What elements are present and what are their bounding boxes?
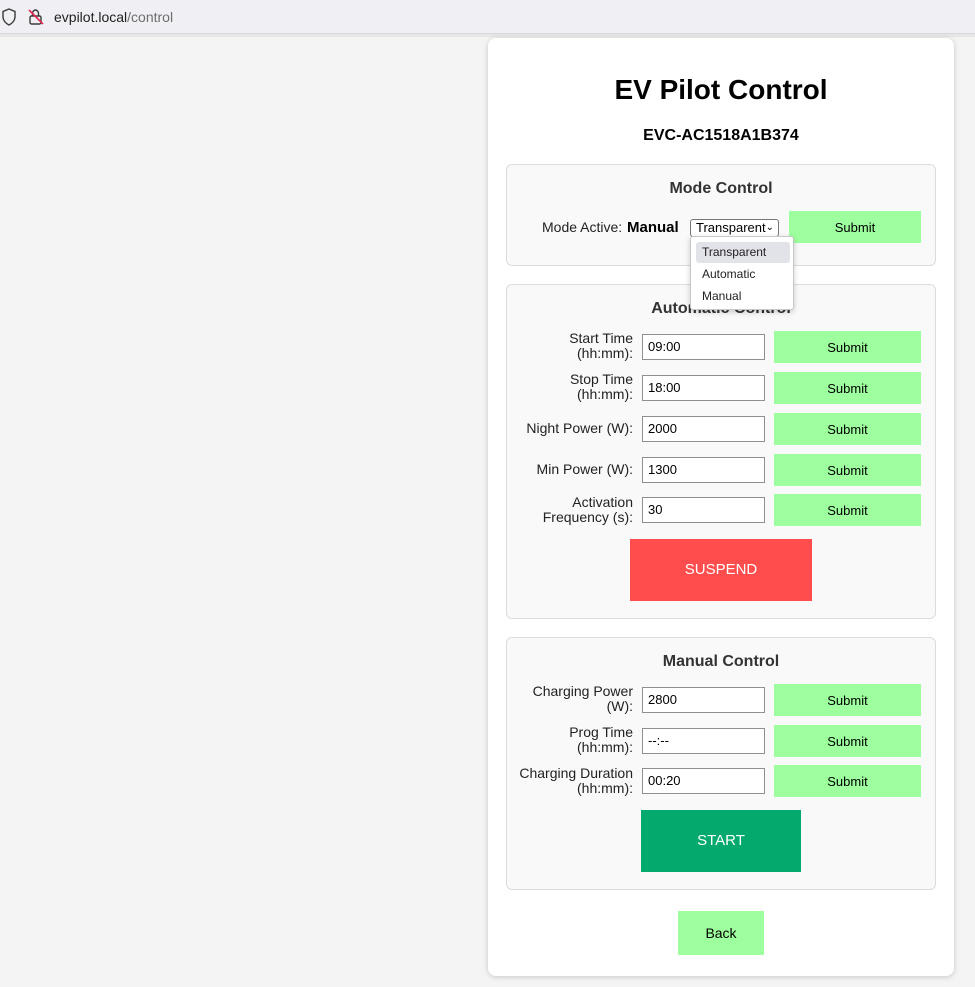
stop-time-label: Stop Time (hh:mm): [569,371,633,402]
charging-power-label: Charging Power (W): [532,683,633,714]
charging-power-submit-button[interactable]: Submit [774,684,921,716]
night-power-submit-button[interactable]: Submit [774,413,921,445]
charging-duration-input[interactable]: 00:20 [642,768,765,794]
url-text[interactable]: evpilot.local/control [54,9,173,25]
chevron-down-icon: ⌄ [765,222,774,233]
mode-control-title: Mode Control [669,180,773,197]
shield-icon[interactable] [1,8,17,26]
browser-address-bar: evpilot.local/control [0,0,975,34]
page-title: EV Pilot Control [614,74,828,105]
mode-active-value: Manual [627,219,679,236]
stop-time-submit-button[interactable]: Submit [774,372,921,404]
mode-active-label: Mode Active: [542,219,623,235]
start-time-submit-button[interactable]: Submit [774,331,921,363]
manual-control-title: Manual Control [662,653,780,670]
activation-frequency-label: Activation Frequency (s): [542,494,633,525]
url-host: evpilot.local [54,9,128,25]
start-time-input[interactable]: 09:00 [642,334,765,360]
device-id: EVC-AC1518A1B374 [643,127,799,144]
mode-option-manual[interactable]: Manual [696,286,790,307]
mode-dropdown-menu: Transparent Automatic Manual [690,236,794,310]
start-button[interactable]: START [641,810,801,872]
min-power-input[interactable]: 1300 [642,457,765,483]
start-time-label: Start Time (hh:mm): [569,330,633,361]
url-path: /control [127,9,174,25]
suspend-button[interactable]: SUSPEND [630,539,812,601]
min-power-submit-button[interactable]: Submit [774,454,921,486]
activation-frequency-submit-button[interactable]: Submit [774,494,921,526]
mode-option-transparent[interactable]: Transparent [696,242,790,263]
charging-duration-label: Charging Duration (hh:mm): [519,765,633,796]
mode-select-value: Transparent [696,220,766,235]
toolbar-divider [0,34,975,37]
stop-time-input[interactable]: 18:00 [642,375,765,401]
mode-submit-button[interactable]: Submit [789,211,921,243]
activation-frequency-input[interactable]: 30 [642,497,765,523]
mode-option-automatic[interactable]: Automatic [696,264,790,285]
prog-time-input[interactable]: --:-- [642,728,765,754]
charging-duration-submit-button[interactable]: Submit [774,765,921,797]
back-button[interactable]: Back [678,911,764,955]
night-power-input[interactable]: 2000 [642,416,765,442]
min-power-label: Min Power (W): [536,461,633,477]
mode-select[interactable]: Transparent ⌄ [690,219,779,237]
charging-power-input[interactable]: 2800 [642,687,765,713]
insecure-lock-icon[interactable] [27,8,45,26]
prog-time-label: Prog Time (hh:mm): [569,724,633,755]
prog-time-submit-button[interactable]: Submit [774,725,921,757]
night-power-label: Night Power (W): [526,420,633,436]
